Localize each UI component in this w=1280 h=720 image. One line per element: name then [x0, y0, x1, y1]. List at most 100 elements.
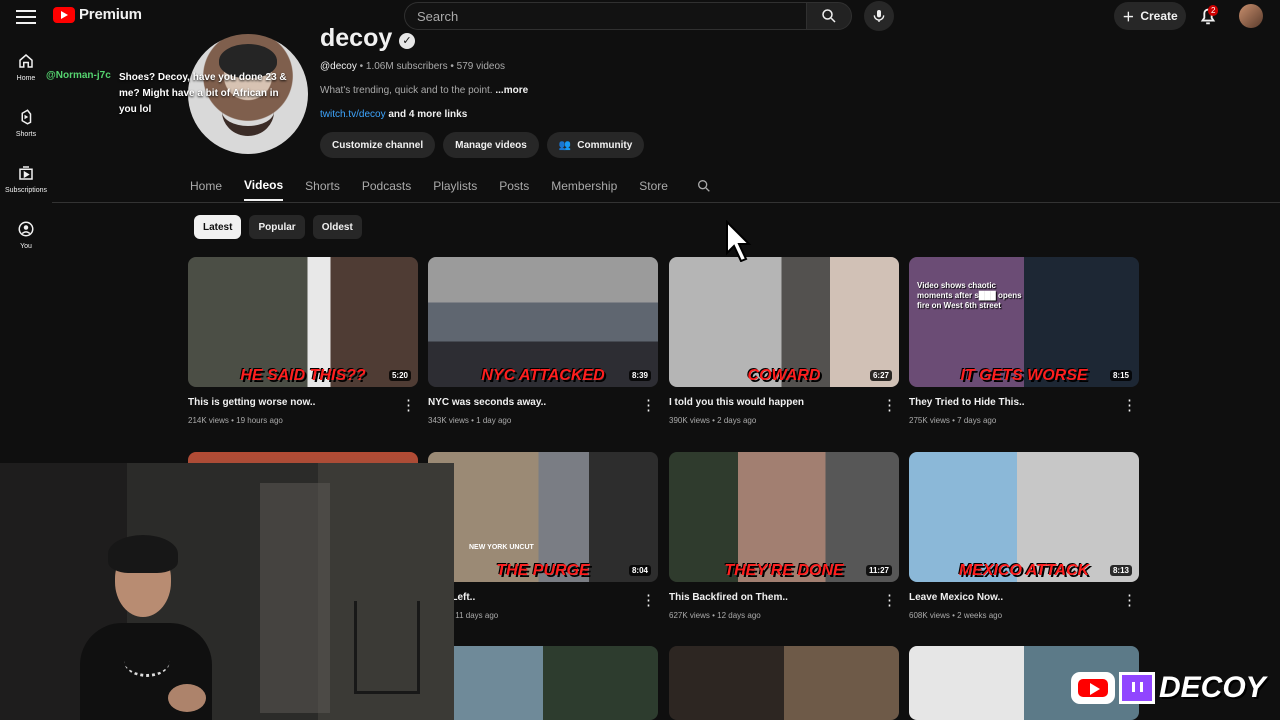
video-thumbnail[interactable]: NYC ATTACKED 8:39	[428, 257, 658, 387]
more-options-icon[interactable]	[1122, 592, 1134, 606]
decoy-logo-text: DECOY	[1159, 671, 1266, 704]
stream-brand-logo: DECOY	[1071, 671, 1266, 705]
tab-videos[interactable]: Videos	[244, 171, 284, 201]
video-thumbnail[interactable]	[428, 646, 658, 720]
tab-shorts[interactable]: Shorts	[305, 171, 340, 201]
video-card[interactable]	[428, 646, 658, 720]
search-icon	[697, 180, 710, 192]
account-avatar[interactable]	[1239, 4, 1263, 28]
video-duration: 5:20	[388, 370, 411, 381]
filter-popular[interactable]: Popular	[249, 215, 305, 239]
tab-divider	[52, 202, 1280, 203]
tab-home[interactable]: Home	[190, 171, 222, 201]
video-title[interactable]: I told you this would happen	[669, 397, 899, 408]
thumbnail-caption: Video shows chaotic moments after s███ o…	[917, 281, 1022, 310]
customize-channel-button[interactable]: Customize channel	[320, 132, 436, 158]
sidebar-item-subscriptions[interactable]: Subscriptions	[0, 160, 52, 216]
video-title[interactable]: NYC was seconds away..	[428, 397, 658, 408]
tab-podcasts[interactable]: Podcasts	[362, 171, 411, 201]
user-icon	[18, 221, 34, 237]
sidebar-item-home[interactable]: Home	[0, 48, 52, 104]
description-text: What's trending, quick and to the point.	[320, 85, 493, 96]
video-count: 579 videos	[456, 61, 506, 72]
channel-search-button[interactable]	[696, 171, 712, 201]
channel-metadata: @decoy • 1.06M subscribers • 579 videos	[320, 61, 506, 72]
video-title[interactable]: This is getting worse now..	[188, 397, 418, 408]
community-icon: 👥	[558, 139, 572, 151]
create-label: Create	[1140, 9, 1178, 23]
thumbnail-overlay-text: HE SAID THIS??	[240, 367, 366, 384]
thumbnail-overlay-text: COWARD	[747, 367, 821, 384]
video-card[interactable]: NYC ATTACKED 8:39 NYC was seconds away..…	[428, 257, 658, 425]
video-card[interactable]: THEY'RE DONE 11:27 This Backfired on The…	[669, 452, 899, 620]
more-options-icon[interactable]	[641, 592, 653, 606]
chat-username: @Norman-j7c	[46, 70, 111, 81]
shorts-icon	[21, 109, 32, 125]
video-title[interactable]: Leave Mexico Now..	[909, 592, 1139, 603]
video-thumbnail[interactable]: MEXICO ATTACK 8:13	[909, 452, 1139, 582]
filter-oldest[interactable]: Oldest	[312, 215, 362, 239]
video-thumbnail[interactable]: THEY'RE DONE 11:27	[669, 452, 899, 582]
channel-name: decoy	[320, 24, 393, 52]
sidebar-item-you[interactable]: You	[0, 216, 52, 272]
manage-videos-button[interactable]: Manage videos	[443, 132, 539, 158]
sidebar-item-shorts[interactable]: Shorts	[0, 104, 52, 160]
video-title[interactable]: They Tried to Hide This..	[909, 397, 1139, 408]
subscriptions-icon	[19, 166, 33, 180]
video-card[interactable]: Video shows chaotic moments after s███ o…	[909, 257, 1139, 425]
thumbnail-overlay-text: THE PURGE	[496, 562, 590, 579]
plus-icon: ＋	[1122, 9, 1135, 24]
brand-text: Premium	[79, 6, 142, 23]
video-thumbnail[interactable]: HE SAID THIS?? 5:20	[188, 257, 418, 387]
sidebar-label-home: Home	[16, 75, 36, 82]
video-thumbnail[interactable]	[669, 646, 899, 720]
twitch-link[interactable]: twitch.tv/decoy	[320, 109, 386, 120]
more-link[interactable]: ...more	[495, 85, 528, 96]
search-button[interactable]	[806, 2, 852, 30]
video-duration: 8:04	[628, 565, 651, 576]
thumbnail-overlay-text: MEXICO ATTACK	[958, 562, 1090, 579]
tab-posts[interactable]: Posts	[499, 171, 529, 201]
voice-search-button[interactable]	[864, 1, 894, 31]
video-duration: 8:15	[1109, 370, 1132, 381]
more-options-icon[interactable]	[641, 397, 653, 411]
channel-tabs: Home Videos Shorts Podcasts Playlists Po…	[190, 171, 712, 201]
video-card[interactable]: COWARD 6:27 I told you this would happen…	[669, 257, 899, 425]
tab-playlists[interactable]: Playlists	[433, 171, 477, 201]
video-thumbnail[interactable]: Video shows chaotic moments after s███ o…	[909, 257, 1139, 387]
more-options-icon[interactable]	[882, 397, 894, 411]
search-input[interactable]: Search	[404, 2, 806, 30]
more-options-icon[interactable]	[882, 592, 894, 606]
create-button[interactable]: ＋ Create	[1114, 2, 1186, 30]
more-options-icon[interactable]	[401, 397, 413, 411]
channel-actions: Customize channel Manage videos 👥 Communi…	[320, 132, 645, 158]
community-button[interactable]: 👥 Community	[546, 132, 645, 158]
more-links-text[interactable]: and 4 more links	[388, 109, 467, 120]
streamer-figure	[80, 527, 212, 720]
menu-icon[interactable]	[16, 8, 36, 24]
twitch-logo-icon	[1119, 672, 1155, 704]
video-card[interactable]: NEW YORK UNCUT THE PURGE 8:04 Just Left.…	[428, 452, 658, 620]
subscriber-count: 1.06M subscribers	[365, 61, 448, 72]
video-card[interactable]	[669, 646, 899, 720]
youtube-premium-logo[interactable]: Premium	[53, 6, 142, 23]
streamer-hair	[108, 535, 178, 573]
chat-message: Shoes? Decoy, have you done 23 & me? Mig…	[119, 72, 287, 115]
video-card[interactable]: HE SAID THIS?? 5:20 This is getting wors…	[188, 257, 418, 425]
video-thumbnail[interactable]: NEW YORK UNCUT THE PURGE 8:04	[428, 452, 658, 582]
sidebar-label-subscriptions: Subscriptions	[4, 187, 48, 194]
sort-filters: Latest Popular Oldest	[194, 215, 362, 239]
video-card[interactable]: MEXICO ATTACK 8:13 Leave Mexico Now.. 60…	[909, 452, 1139, 620]
mouse-pointer-icon	[726, 220, 752, 262]
tab-membership[interactable]: Membership	[551, 171, 617, 201]
tab-store[interactable]: Store	[639, 171, 668, 201]
video-title[interactable]: This Backfired on Them..	[669, 592, 899, 603]
video-title[interactable]: Just Left..	[428, 592, 658, 603]
filter-latest[interactable]: Latest	[194, 215, 242, 239]
video-thumbnail[interactable]: COWARD 6:27	[669, 257, 899, 387]
more-options-icon[interactable]	[1122, 397, 1134, 411]
home-icon	[19, 54, 33, 68]
verified-check-icon: ✓	[399, 33, 415, 49]
channel-links: twitch.tv/decoy and 4 more links	[320, 109, 467, 120]
community-label: Community	[577, 139, 633, 151]
